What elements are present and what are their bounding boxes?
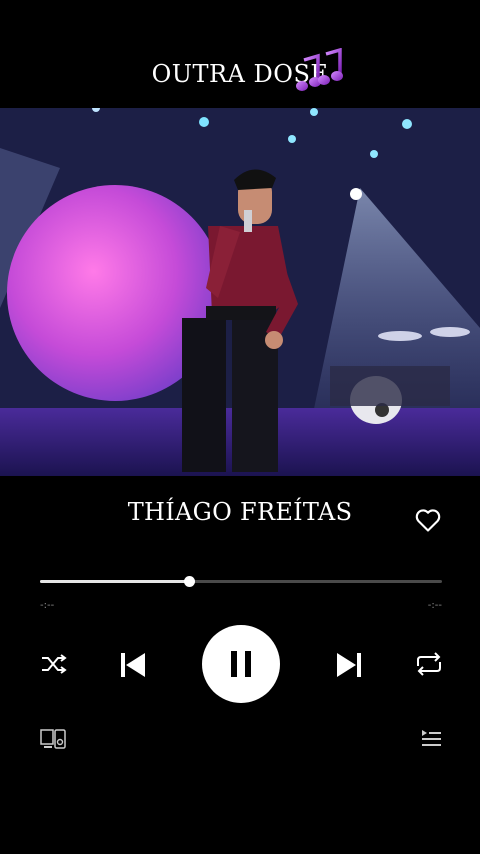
heart-outline-icon[interactable] (414, 506, 442, 534)
song-title: OUTRA DOSE (151, 60, 329, 88)
pause-button[interactable] (202, 625, 280, 703)
elapsed-time: -:-- (40, 600, 55, 611)
video-frame[interactable] (0, 108, 480, 476)
concert-scene (0, 108, 480, 476)
artist-name: THÍAGO FREÍTAS (127, 498, 353, 526)
player-screen: OUTRA DOSE THÍAGO FREÍTAS -:-- -:-- (0, 0, 480, 854)
progress-fill (40, 580, 189, 583)
connect-devices-icon[interactable] (40, 728, 66, 750)
repeat-icon[interactable] (414, 652, 444, 676)
remaining-time: -:-- (427, 600, 442, 611)
progress-bar[interactable] (40, 576, 442, 587)
skip-next-icon[interactable] (334, 650, 364, 680)
musical-notes-icon (296, 48, 343, 91)
queue-icon[interactable] (420, 728, 442, 750)
progress-thumb[interactable] (183, 576, 195, 587)
shuffle-icon[interactable] (40, 652, 68, 676)
pause-icon (231, 651, 251, 677)
skip-previous-icon[interactable] (118, 650, 148, 680)
